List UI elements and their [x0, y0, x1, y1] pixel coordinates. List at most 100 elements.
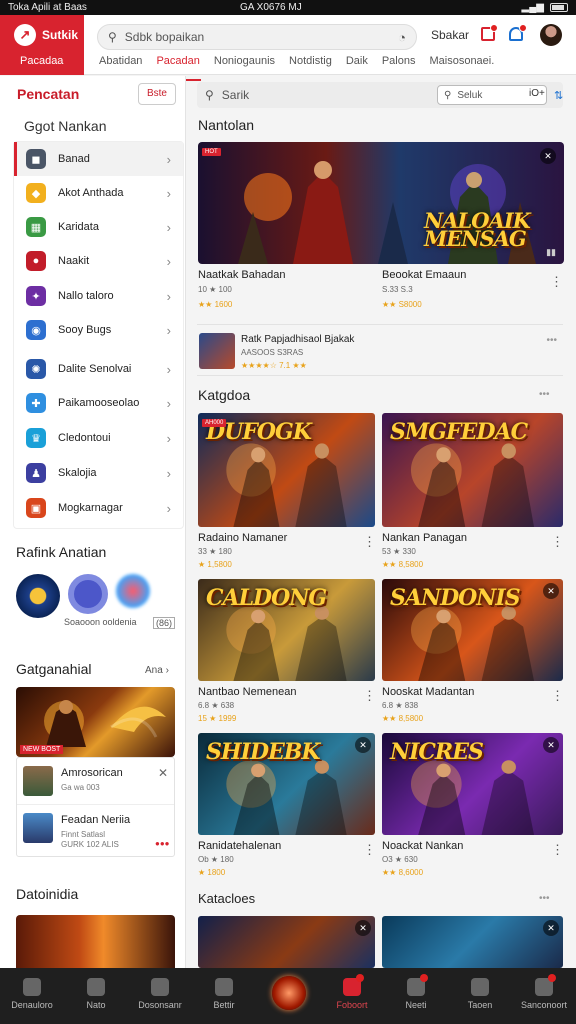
promo-banner[interactable]: NEW BOST	[16, 687, 175, 757]
center-action-button[interactable]	[272, 976, 306, 1010]
bottom-nav-games[interactable]: Nato	[64, 968, 128, 1024]
more-options-icon[interactable]: ⋮	[550, 274, 563, 290]
tab-1[interactable]: Pacadan	[149, 53, 206, 81]
game-title[interactable]: Noackat Nankan	[382, 840, 463, 852]
voice-search-icon[interactable]: ◔	[398, 30, 406, 45]
game-card-image[interactable]: DUFOGK AH000	[198, 413, 375, 527]
pause-icon[interactable]: ▮▮	[546, 247, 556, 258]
more-options-icon[interactable]: ⋮	[363, 534, 376, 550]
sidebar-item[interactable]: ◆ Akot Anthada ›	[14, 176, 183, 210]
game-card-image[interactable]: NICRES ✕	[382, 733, 563, 835]
bottom-nav-library[interactable]: Bettir	[192, 968, 256, 1024]
featured-title-1[interactable]: Beookat Emaaun	[382, 269, 466, 281]
brand-block[interactable]: ↗ Sutkik Pacadaa	[0, 15, 84, 75]
sidebar-item-label: Paikamooseolao	[58, 397, 140, 409]
tab-0[interactable]: Abatidan	[92, 53, 149, 75]
sidebar-item[interactable]: ◉ Sooy Bugs ›	[14, 313, 183, 347]
category-icon: ◆	[26, 183, 46, 203]
more-options-icon[interactable]: ⋮	[363, 842, 376, 858]
recommend-list: Amrosorican Ga wa 003 ✕ Feadan Neriia Fi…	[16, 757, 175, 857]
more-options-icon[interactable]: ⋮	[363, 688, 376, 704]
game-title[interactable]: Nooskat Madantan	[382, 686, 474, 698]
header-search-input[interactable]: ⚲ Sdbk bopaikan ◔	[97, 24, 417, 50]
main-search-bar[interactable]: ⚲ Sarik ⚲ Seluk iO+ ⇅	[197, 82, 563, 108]
tab-3[interactable]: Notdistig	[282, 53, 339, 75]
tab-4[interactable]: Daik	[339, 53, 375, 75]
bottom-nav-home[interactable]: Denauloro	[0, 968, 64, 1024]
bottom-nav-account[interactable]: Sanconoort	[512, 968, 576, 1024]
game-title[interactable]: Radaino Namaner	[198, 532, 287, 544]
sidebar-item[interactable]: ▣ Mogkarnagar ›	[14, 491, 183, 525]
last-promo-banner[interactable]	[16, 915, 175, 975]
game-card-image[interactable]: ✕	[382, 916, 563, 968]
close-icon[interactable]: ✕	[540, 148, 556, 164]
game-art-title: CALDONG	[206, 585, 327, 611]
sidebar-edit-button[interactable]: Bste	[138, 83, 176, 105]
ranking-avatar-2[interactable]	[68, 574, 108, 614]
close-icon[interactable]: ✕	[158, 766, 168, 780]
ranking-count: (86)	[153, 617, 176, 629]
ranking-avatar-3[interactable]	[116, 574, 150, 608]
filter-option[interactable]: iO+	[529, 88, 545, 99]
bottom-nav-news[interactable]: Neeti	[384, 968, 448, 1024]
sidebar-item[interactable]: ◼ Banad ›	[14, 142, 183, 176]
more-options-icon[interactable]: ⋮	[551, 534, 564, 550]
rec-name: Feadan Neriia	[61, 814, 131, 826]
bottom-nav-search[interactable]: Taoen	[448, 968, 512, 1024]
home-icon	[23, 978, 41, 996]
sidebar-item[interactable]: ▦ Karidata ›	[14, 210, 183, 244]
chevron-right-icon: ›	[166, 288, 171, 304]
ranking-avatar-1[interactable]	[16, 574, 60, 618]
featured-banner[interactable]: HOT NALOAIK MENSAG ✕ ▮▮	[198, 142, 564, 264]
category-icon: ▣	[26, 498, 46, 518]
game-title[interactable]: Nantbao Nemenean	[198, 686, 296, 698]
sidebar-item-label: Nallo taloro	[58, 290, 114, 302]
close-icon[interactable]: ✕	[355, 920, 371, 936]
sidebar-item[interactable]: ✺ Dalite Senolvai ›	[14, 352, 183, 386]
featured-title-0[interactable]: Naatkak Bahadan	[198, 269, 285, 281]
bottom-nav-discover[interactable]: Dosonsanr	[128, 968, 192, 1024]
game-card-image[interactable]: ✕	[198, 916, 375, 968]
tab-6[interactable]: Maisosonaei.	[422, 53, 501, 75]
avatar[interactable]	[540, 24, 562, 46]
chevron-right-icon: ›	[166, 361, 171, 377]
sidebar-item[interactable]: ♛ Cledontoui ›	[14, 421, 183, 455]
more-dots-icon[interactable]: •••	[539, 389, 550, 400]
game-title[interactable]: Ranidatehalenan	[198, 840, 281, 852]
close-icon[interactable]: ✕	[543, 583, 559, 599]
game-art-title: SHIDEBK	[206, 739, 321, 765]
game-card-image[interactable]: CALDONG	[198, 579, 375, 681]
header-search-text: Sdbk bopaikan	[124, 30, 205, 44]
sidebar-item[interactable]: ● Naakit ›	[14, 244, 183, 278]
game-title[interactable]: Nankan Panagan	[382, 532, 467, 544]
category-list: ◼ Banad › ◆ Akot Anthada › ▦ Karidata › ● Naakit › ✦…	[13, 141, 184, 529]
sidebar-item[interactable]: ✚ Paikamooseolao ›	[14, 386, 183, 420]
sidebar-item[interactable]: ♟ Skalojia ›	[14, 456, 183, 490]
groups-more-link[interactable]: Ana ›	[145, 665, 169, 676]
games-icon	[87, 978, 105, 996]
sidebar-item[interactable]: ✦ Nallo taloro ›	[14, 279, 183, 313]
rec-thumb	[23, 813, 53, 843]
list-item[interactable]: Amrosorican Ga wa 003 ✕	[17, 758, 174, 804]
sidebar-item-label: Cledontoui	[58, 432, 111, 444]
list-item[interactable]: Feadan Neriia Finnt Satlasl GURK 102 ALI…	[17, 804, 174, 850]
more-dots-icon[interactable]: •••	[539, 893, 550, 904]
game-card-image[interactable]: SANDONIS ✕	[382, 579, 563, 681]
close-icon[interactable]: ✕	[543, 920, 559, 936]
tab-5[interactable]: Palons	[375, 53, 423, 75]
more-options-icon[interactable]: ⋮	[551, 842, 564, 858]
bottom-nav-community[interactable]: Foboort	[320, 968, 384, 1024]
chevron-right-icon: ›	[166, 322, 171, 338]
top-nav-tabs: Abatidan Pacadan Noniogaunis Notdistig D…	[92, 53, 501, 81]
wide-list-item[interactable]: Ratk Papjadhisaol Bjakak AASOOS S3RAS ★★…	[197, 324, 563, 376]
close-icon[interactable]: ✕	[543, 737, 559, 753]
tab-2[interactable]: Noniogaunis	[207, 53, 282, 75]
close-icon[interactable]: ✕	[355, 737, 371, 753]
grid-view-icon[interactable]: ⇅	[554, 89, 563, 102]
more-dots-icon[interactable]: ●●●	[155, 839, 170, 848]
more-dots-icon[interactable]: •••	[546, 335, 557, 346]
game-card-image[interactable]: SHIDEBK ✕	[198, 733, 375, 835]
game-card-image[interactable]: SMGFEDAC	[382, 413, 563, 527]
header-link[interactable]: Sbakar	[431, 28, 469, 42]
more-options-icon[interactable]: ⋮	[551, 688, 564, 704]
